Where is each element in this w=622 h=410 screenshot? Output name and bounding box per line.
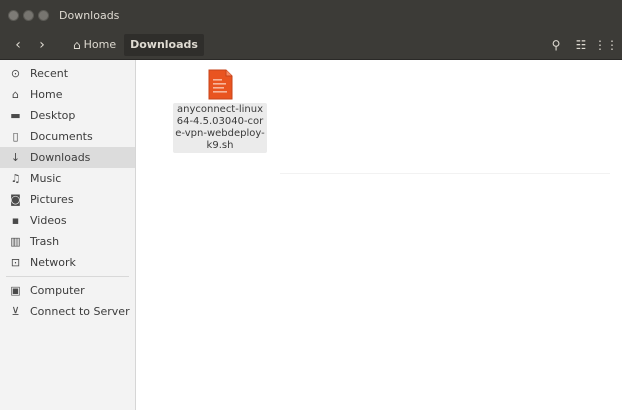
network-icon: ⊡	[10, 256, 21, 269]
sidebar-item-label: Music	[30, 172, 62, 185]
sidebar-item-label: Connect to Server	[30, 305, 130, 318]
sidebar-item-network[interactable]: ⊡ Network	[0, 252, 135, 273]
sidebar-item-pictures[interactable]: ◙ Pictures	[0, 189, 135, 210]
close-window-button[interactable]	[8, 9, 19, 21]
sidebar-item-home[interactable]: ⌂ Home	[0, 84, 135, 105]
divider	[280, 173, 610, 174]
sidebar-item-label: Recent	[30, 67, 69, 80]
home-icon: ⌂	[73, 37, 81, 52]
sidebar-divider	[6, 276, 129, 277]
sidebar-item-connect-to-server[interactable]: ⊻ Connect to Server	[0, 301, 135, 322]
document-icon: ▯	[12, 130, 19, 143]
chevron-left-icon: ‹	[15, 36, 21, 53]
list-view-icon: ☷	[575, 38, 587, 52]
sidebar-item-documents[interactable]: ▯ Documents	[0, 126, 135, 147]
forward-button[interactable]: ›	[31, 34, 53, 56]
sidebar-item-label: Desktop	[30, 109, 76, 122]
sidebar-item-label: Pictures	[30, 193, 74, 206]
search-button[interactable]: ⚲	[546, 35, 566, 55]
clock-icon: ⊙	[10, 67, 21, 80]
sidebar-item-desktop[interactable]: ▬ Desktop	[0, 105, 135, 126]
search-icon: ⚲	[551, 38, 561, 52]
sidebar-item-trash[interactable]: ▥ Trash	[0, 231, 135, 252]
file-item[interactable]: anyconnect-linux64-4.5.03040-core-vpn-we…	[173, 69, 267, 153]
music-icon: ♫	[10, 172, 21, 185]
breadcrumb-home-label: Home	[83, 38, 117, 51]
file-name: anyconnect-linux64-4.5.03040-core-vpn-we…	[173, 103, 267, 153]
sidebar-item-downloads[interactable]: ↓ Downloads	[0, 147, 135, 168]
file-view[interactable]: anyconnect-linux64-4.5.03040-core-vpn-we…	[137, 60, 622, 410]
shell-script-icon	[206, 69, 234, 100]
server-icon: ⊻	[11, 305, 20, 318]
back-button[interactable]: ‹	[7, 34, 29, 56]
camera-icon: ◙	[10, 193, 21, 206]
sidebar-item-label: Computer	[30, 284, 85, 297]
sidebar-item-label: Documents	[30, 130, 93, 143]
file-manager-window: Downloads ‹ › ⌂ Home Downloads ⚲ ☷ ⋮⋮ ⊙ …	[0, 0, 622, 410]
breadcrumb-downloads[interactable]: Downloads	[124, 33, 204, 56]
toolbar-right-group: ⚲ ☷ ⋮⋮	[541, 34, 618, 56]
grid-view-button[interactable]: ⋮⋮	[594, 35, 618, 55]
minimize-window-button[interactable]	[23, 9, 34, 21]
computer-icon: ▣	[10, 284, 21, 297]
list-view-button[interactable]: ☷	[571, 35, 591, 55]
sidebar-item-label: Home	[30, 88, 63, 101]
home-icon: ⌂	[12, 88, 19, 101]
sidebar-item-label: Network	[30, 256, 76, 269]
sidebar-item-videos[interactable]: ▪ Videos	[0, 210, 135, 231]
breadcrumb-home[interactable]: ⌂ Home	[67, 34, 122, 56]
title-bar: Downloads	[0, 0, 622, 30]
sidebar-item-computer[interactable]: ▣ Computer	[0, 280, 135, 301]
chevron-right-icon: ›	[39, 36, 45, 53]
sidebar-item-music[interactable]: ♫ Music	[0, 168, 135, 189]
sidebar-item-label: Videos	[30, 214, 67, 227]
toolbar: ‹ › ⌂ Home Downloads ⚲ ☷ ⋮⋮	[0, 30, 622, 60]
download-icon: ↓	[10, 151, 21, 164]
grid-view-icon: ⋮⋮	[594, 38, 618, 52]
sidebar: ⊙ Recent ⌂ Home ▬ Desktop ▯ Documents ↓ …	[0, 60, 136, 410]
trash-icon: ▥	[10, 235, 21, 248]
video-icon: ▪	[11, 214, 20, 227]
sidebar-item-recent[interactable]: ⊙ Recent	[0, 63, 135, 84]
folder-icon: ▬	[10, 109, 21, 122]
window-title: Downloads	[59, 8, 120, 22]
breadcrumb-current-label: Downloads	[130, 38, 198, 51]
sidebar-item-label: Trash	[30, 235, 60, 248]
maximize-window-button[interactable]	[38, 9, 49, 21]
sidebar-item-label: Downloads	[30, 151, 91, 164]
